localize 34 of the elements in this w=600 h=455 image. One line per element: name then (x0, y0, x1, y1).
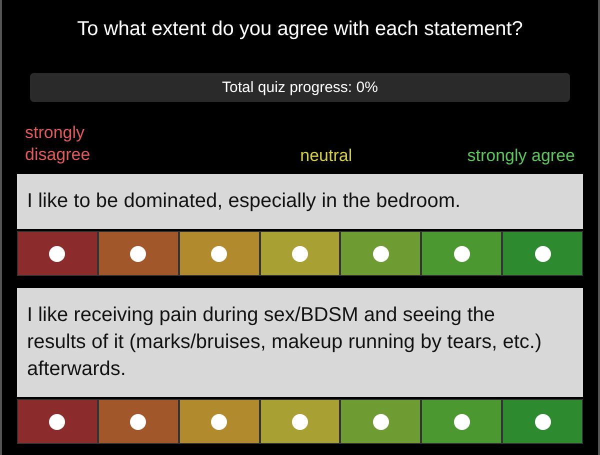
scale-label: neutral (300, 146, 352, 166)
radio-icon (534, 414, 551, 430)
radio-icon (292, 414, 308, 430)
answer-option[interactable] (340, 231, 422, 276)
answer-option[interactable] (340, 399, 422, 444)
statement-text: I like receiving pain during sex/BDSM and seeing the results of it (marks/bruises, makeup running by tears, etc.) afterwards. (27, 303, 543, 382)
scale-label: strongly disagree (25, 122, 92, 166)
answer-option[interactable] (260, 399, 340, 444)
scale-label: strongly agree (467, 146, 575, 166)
answer-option[interactable] (421, 231, 502, 276)
radio-icon (211, 414, 228, 430)
question-heading: To what extent do you agree with each statement? (76, 17, 524, 42)
radio-icon (372, 246, 389, 262)
answer-option[interactable] (260, 231, 340, 276)
answer-option[interactable] (502, 231, 583, 276)
radio-icon (130, 246, 146, 262)
answer-option[interactable] (502, 399, 583, 444)
answer-option[interactable] (17, 399, 98, 444)
radio-icon (454, 246, 470, 262)
answer-option[interactable] (98, 231, 179, 276)
radio-icon (49, 246, 66, 262)
answer-option[interactable] (17, 231, 98, 276)
radio-icon (534, 246, 551, 262)
statement-text: I like to be dominated, especially in the bedroom. (27, 189, 462, 214)
radio-icon (292, 246, 308, 262)
answer-option[interactable] (421, 399, 502, 444)
radio-icon (211, 246, 228, 262)
answer-option[interactable] (98, 399, 179, 444)
radio-icon (454, 414, 470, 430)
answer-option[interactable] (178, 399, 260, 444)
radio-icon (130, 414, 146, 430)
radio-icon (49, 414, 66, 430)
answer-option[interactable] (178, 231, 260, 276)
radio-icon (372, 414, 389, 430)
